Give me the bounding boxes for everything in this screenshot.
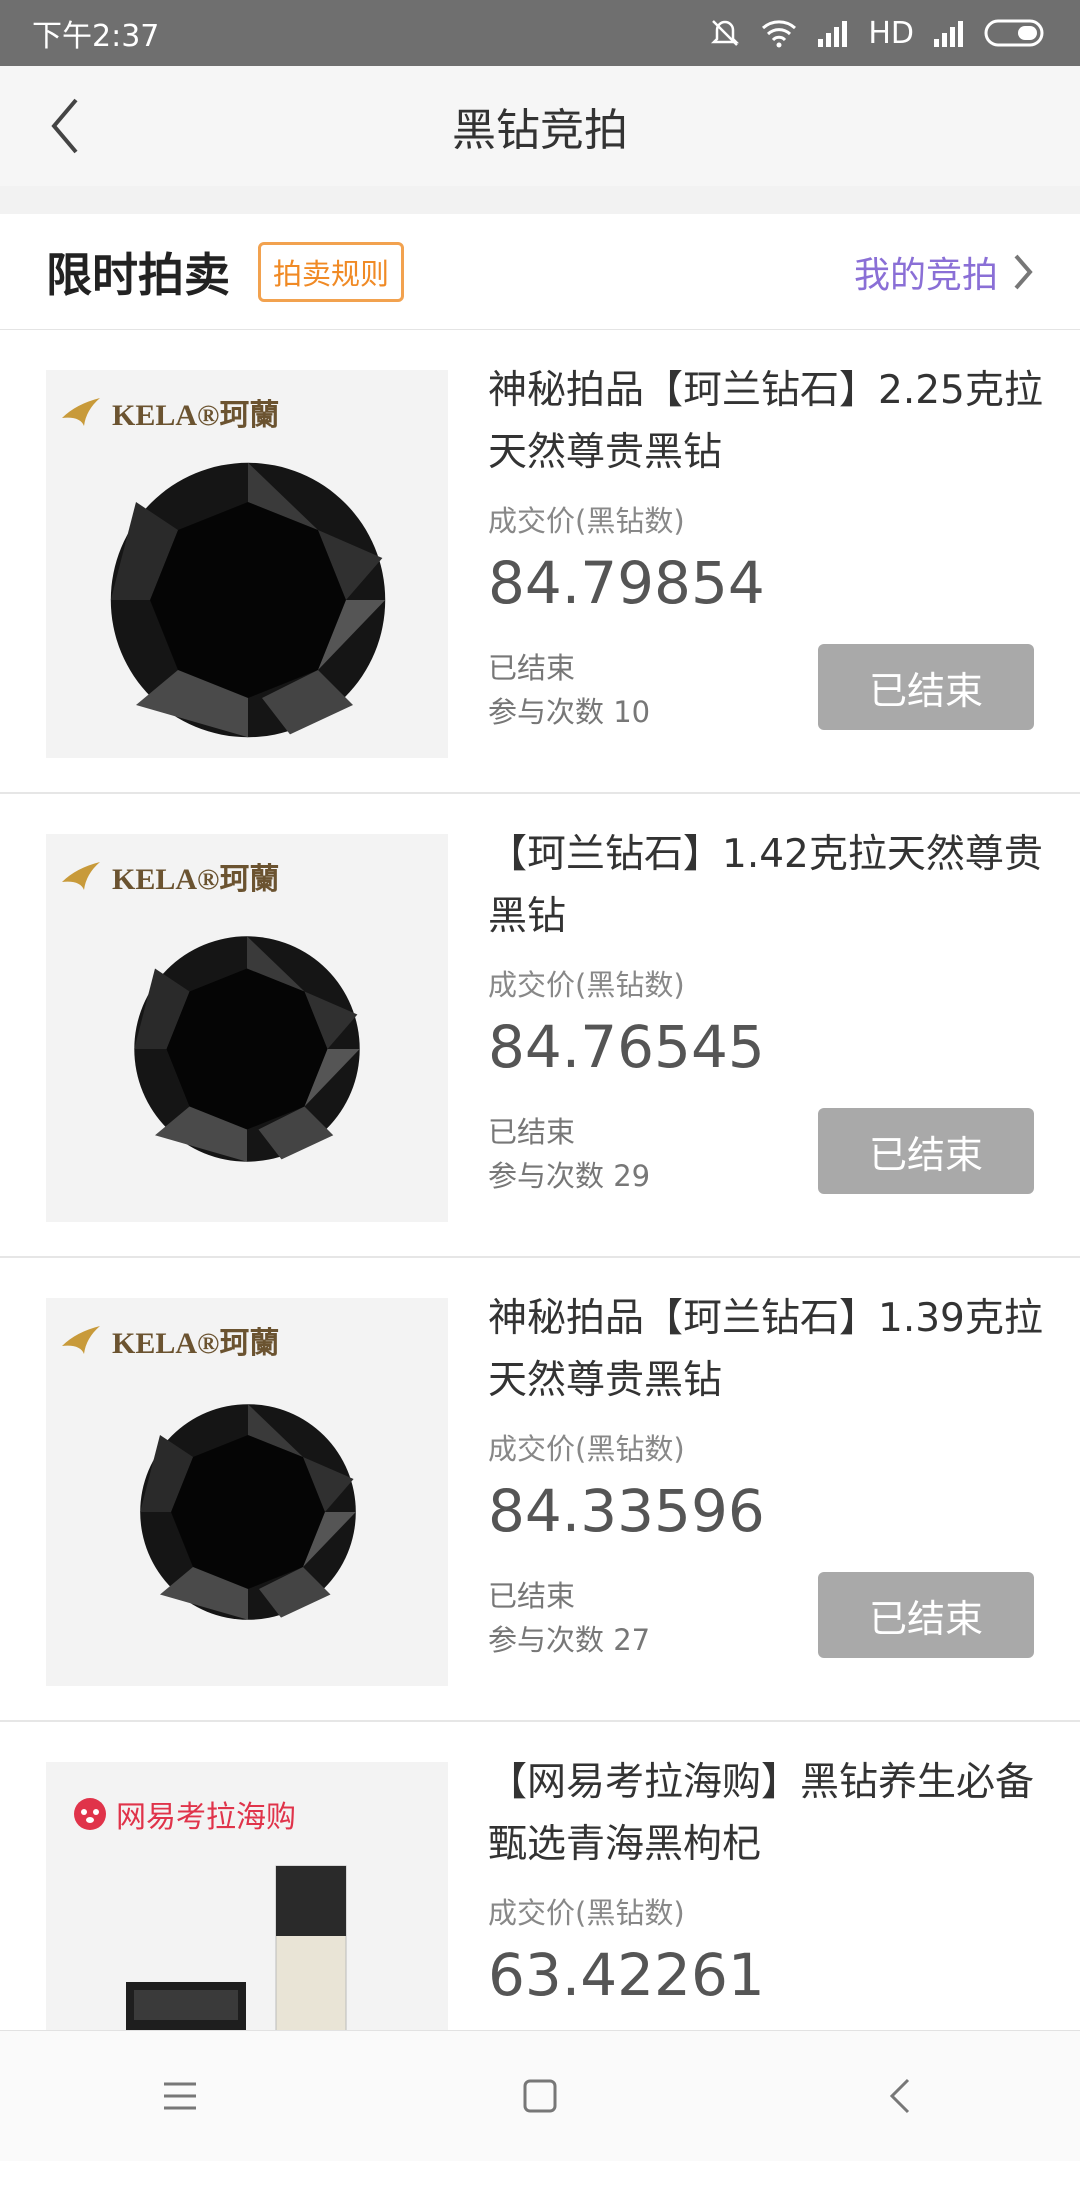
price-value: 63.42261	[488, 1941, 765, 2009]
item-meta: 已结束 参与次数 10	[488, 646, 650, 734]
koala-logo-icon	[74, 1798, 106, 1830]
home-icon	[523, 2079, 557, 2113]
my-bids-label: 我的竞拍	[853, 254, 998, 296]
price-value: 84.76545	[488, 1013, 765, 1081]
menu-icon	[164, 2082, 196, 2110]
status-text: 已结束	[488, 1115, 576, 1149]
back-arrow-icon	[51, 98, 78, 154]
signal-icon	[816, 19, 850, 47]
item-info: 【珂兰钻石】1.42克拉天然尊贵黑钻 成交价(黑钻数) 84.76545	[488, 824, 1048, 1082]
system-back-button[interactable]	[840, 2046, 960, 2146]
item-meta: 已结束 参与次数 29	[488, 1110, 650, 1198]
item-info: 神秘拍品【珂兰钻石】1.39克拉天然尊贵黑钻 成交价(黑钻数) 84.33596	[488, 1288, 1048, 1546]
auction-rules-button[interactable]: 拍卖规则	[258, 241, 405, 302]
brand-label: 网易考拉海购	[116, 1800, 296, 1835]
ended-button[interactable]: 已结束	[818, 1108, 1034, 1194]
item-meta: 已结束 参与次数 27	[488, 1574, 650, 1662]
ended-button[interactable]: 已结束	[818, 1572, 1034, 1658]
price-label: 成交价(黑钻数)	[488, 1896, 685, 1930]
back-icon	[889, 2078, 910, 2114]
kela-logo: KELA®珂蘭	[60, 390, 279, 434]
item-title: 【网易考拉海购】黑钻养生必备 甄选青海黑枸杞	[488, 1760, 1035, 1867]
section-title: 限时拍卖	[46, 247, 230, 302]
item-info: 神秘拍品【珂兰钻石】2.25克拉天然尊贵黑钻 成交价(黑钻数) 84.79854	[488, 360, 1048, 618]
my-bids-link[interactable]: 我的竞拍	[854, 246, 1034, 298]
status-text: 已结束	[488, 1579, 576, 1613]
brand-label: KELA®珂蘭	[112, 1327, 280, 1360]
list-item[interactable]: KELA®珂蘭 【珂兰钻石】1.42克拉天然尊贵黑钻 成交价(黑钻数) 84.7…	[0, 794, 1080, 1258]
list-item[interactable]: KELA®珂蘭 神秘拍品【珂兰钻石】1.39克拉天然尊贵黑钻 成交价(黑钻数) …	[0, 1258, 1080, 1722]
status-text: 已结束	[488, 651, 576, 685]
participant-count: 参与次数 29	[488, 1159, 651, 1193]
participant-count: 参与次数 27	[488, 1623, 651, 1657]
back-button[interactable]	[30, 90, 100, 162]
black-diamond-icon	[140, 1404, 356, 1620]
section-header: 限时拍卖 拍卖规则 我的竞拍	[0, 214, 1080, 330]
product-image: KELA®珂蘭	[46, 370, 448, 758]
item-title: 【珂兰钻石】1.42克拉天然尊贵黑钻	[488, 832, 1043, 939]
page-title: 黑钻竞拍	[452, 105, 628, 156]
bird-logo-icon	[62, 862, 100, 890]
item-info: 【网易考拉海购】黑钻养生必备 甄选青海黑枸杞 成交价(黑钻数) 63.42261	[488, 1752, 1048, 2010]
price-label: 成交价(黑钻数)	[488, 1432, 685, 1466]
item-title: 神秘拍品【珂兰钻石】1.39克拉天然尊贵黑钻	[488, 1296, 1043, 1403]
participant-count: 参与次数 10	[488, 695, 651, 729]
list-item[interactable]: KELA®珂蘭 神秘拍品【珂兰钻石】2.25克拉天然尊贵黑钻 成交价(黑钻数) …	[0, 330, 1080, 794]
price-label: 成交价(黑钻数)	[488, 968, 685, 1002]
divider	[0, 186, 1080, 214]
kela-logo: KELA®珂蘭	[60, 854, 279, 898]
status-icons: HD	[708, 16, 1048, 51]
app-header: 黑钻竞拍	[0, 66, 1080, 187]
system-nav-bar	[0, 2030, 1080, 2161]
black-diamond-icon	[110, 462, 386, 738]
battery-icon	[984, 18, 1048, 48]
price-label: 成交价(黑钻数)	[488, 504, 685, 538]
kaola-logo: 网易考拉海购	[72, 1792, 296, 1836]
kela-logo: KELA®珂蘭	[60, 1318, 279, 1362]
home-button[interactable]	[480, 2046, 600, 2146]
chevron-right-icon	[1014, 254, 1033, 289]
product-image: KELA®珂蘭	[46, 1298, 448, 1686]
bird-logo-icon	[62, 1326, 100, 1354]
ended-button[interactable]: 已结束	[818, 644, 1034, 730]
brand-label: KELA®珂蘭	[112, 399, 280, 432]
status-time: 下午2:37	[32, 19, 160, 54]
wifi-icon	[760, 18, 798, 48]
price-value: 84.33596	[488, 1477, 765, 1545]
brand-label: KELA®珂蘭	[112, 863, 280, 896]
menu-button[interactable]	[120, 2046, 240, 2146]
item-title: 神秘拍品【珂兰钻石】2.25克拉天然尊贵黑钻	[488, 368, 1043, 475]
black-diamond-icon	[134, 936, 360, 1162]
status-bar: 下午2:37 HD	[0, 0, 1080, 66]
price-value: 84.79854	[488, 549, 765, 617]
product-image: KELA®珂蘭	[46, 834, 448, 1222]
network-type: HD	[868, 15, 914, 51]
bird-logo-icon	[62, 398, 100, 426]
silent-icon	[708, 17, 742, 49]
signal-icon	[932, 19, 966, 47]
